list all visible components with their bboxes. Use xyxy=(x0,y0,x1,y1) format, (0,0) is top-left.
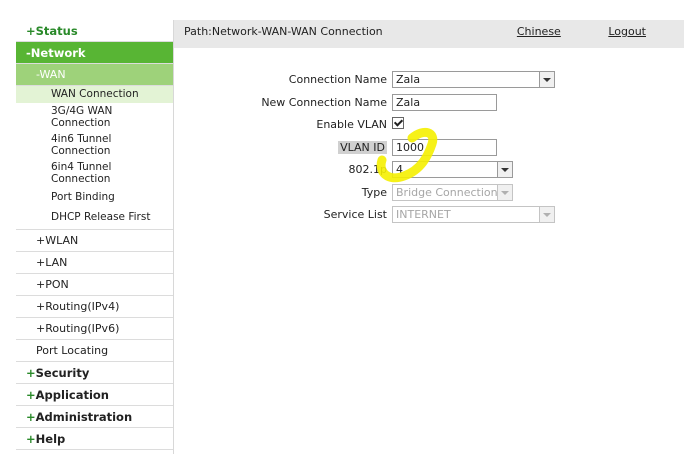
sidebar: +Status -Network -WAN WAN Connection 3G/… xyxy=(16,20,174,454)
wan-connection-form: Connection Name Zala New Connection Name… xyxy=(174,70,684,228)
priority-select[interactable]: 4 xyxy=(392,161,513,178)
service-list-select[interactable]: INTERNET xyxy=(392,206,555,223)
row-service-list: Service List INTERNET xyxy=(174,205,684,228)
row-connection-name: Connection Name Zala xyxy=(174,70,684,93)
nav-4in6-tunnel-connection[interactable]: 4in6 Tunnel Connection xyxy=(16,131,131,159)
nav-wan-connection[interactable]: WAN Connection xyxy=(16,86,173,103)
chevron-down-icon xyxy=(497,162,512,177)
nav-security[interactable]: +Security xyxy=(16,362,173,384)
priority-value: 4 xyxy=(396,163,403,176)
service-list-value: INTERNET xyxy=(396,208,451,221)
service-list-label: Service List xyxy=(323,208,387,221)
breadcrumb-bar: Path:Network-WAN-WAN Connection Chinese … xyxy=(174,20,684,48)
nav-pon[interactable]: +PON xyxy=(16,274,173,296)
nav-network[interactable]: -Network xyxy=(16,42,173,64)
chevron-down-icon xyxy=(497,184,512,200)
row-enable-vlan: Enable VLAN xyxy=(174,115,684,138)
connection-name-label: Connection Name xyxy=(288,73,387,86)
nav-network-label: -Network xyxy=(26,46,86,60)
nav-status-label: +Status xyxy=(26,24,78,38)
logout-link[interactable]: Logout xyxy=(608,25,646,38)
nav-help-label: Help xyxy=(35,432,66,446)
nav-port-binding[interactable]: Port Binding xyxy=(16,187,173,207)
type-select[interactable]: Bridge Connection xyxy=(392,183,513,201)
enable-vlan-checkbox[interactable] xyxy=(392,117,404,129)
type-label: Type xyxy=(361,185,387,199)
vlan-id-label: VLAN ID xyxy=(338,140,387,154)
row-new-connection-name: New Connection Name Zala xyxy=(174,93,684,116)
plus-icon: + xyxy=(26,432,36,446)
nav-administration[interactable]: +Administration xyxy=(16,406,173,428)
plus-icon: + xyxy=(26,366,36,380)
main-content: Path:Network-WAN-WAN Connection Chinese … xyxy=(174,20,684,454)
nav-administration-label: Administration xyxy=(35,410,133,424)
nav-status[interactable]: +Status xyxy=(16,20,173,42)
header-links: Chinese Logout xyxy=(473,20,646,44)
new-connection-name-value: Zala xyxy=(396,95,421,109)
nav-help[interactable]: +Help xyxy=(16,428,173,450)
nav-security-label: Security xyxy=(35,366,90,380)
new-connection-name-input[interactable]: Zala xyxy=(392,93,497,111)
vlan-id-input[interactable]: 1000 xyxy=(392,138,497,156)
priority-label: 802.1p xyxy=(348,163,387,176)
router-admin-frame: +Status -Network -WAN WAN Connection 3G/… xyxy=(16,20,684,454)
breadcrumb: Path:Network-WAN-WAN Connection xyxy=(184,25,383,38)
nav-wan[interactable]: -WAN xyxy=(16,64,173,86)
nav-dhcp-release-first[interactable]: DHCP Release First xyxy=(16,207,173,227)
chevron-down-icon xyxy=(539,72,554,87)
nav-application-label: Application xyxy=(35,388,109,402)
connection-name-select[interactable]: Zala xyxy=(392,71,555,88)
plus-icon: + xyxy=(26,388,36,402)
enable-vlan-label: Enable VLAN xyxy=(316,118,387,131)
nav-wan-label: -WAN xyxy=(36,68,66,81)
row-802-1p: 802.1p 4 xyxy=(174,160,684,183)
vlan-id-value: 1000 xyxy=(396,140,424,154)
nav-routing-ipv6[interactable]: +Routing(IPv6) xyxy=(16,318,173,340)
chinese-link[interactable]: Chinese xyxy=(517,25,561,38)
nav-port-locating[interactable]: Port Locating xyxy=(16,340,173,362)
row-type: Type Bridge Connection xyxy=(174,183,684,206)
nav-6in4-tunnel-connection[interactable]: 6in4 Tunnel Connection xyxy=(16,159,131,187)
nav-application[interactable]: +Application xyxy=(16,384,173,406)
nav-3g-4g-wan-connection[interactable]: 3G/4G WAN Connection xyxy=(16,103,131,131)
new-connection-name-label: New Connection Name xyxy=(261,95,387,109)
nav-wlan[interactable]: +WLAN xyxy=(16,230,173,252)
chevron-down-icon xyxy=(539,207,554,222)
type-value: Bridge Connection xyxy=(396,185,498,199)
plus-icon: + xyxy=(26,410,36,424)
nav-lan[interactable]: +LAN xyxy=(16,252,173,274)
nav-routing-ipv4[interactable]: +Routing(IPv4) xyxy=(16,296,173,318)
connection-name-value: Zala xyxy=(396,73,421,86)
wan-submenu: WAN Connection 3G/4G WAN Connection 4in6… xyxy=(16,86,173,230)
row-vlan-id: VLAN ID 1000 xyxy=(174,138,684,161)
